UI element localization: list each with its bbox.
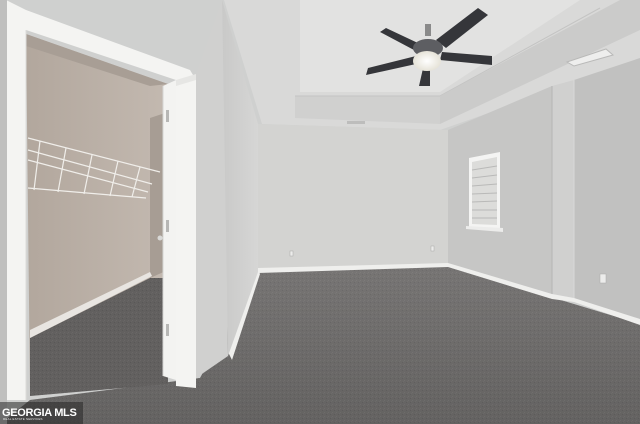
hinge-icon bbox=[166, 220, 169, 232]
outlet-icon bbox=[430, 245, 435, 252]
watermark-subtext: REAL ESTATE SERVICES bbox=[3, 417, 43, 421]
window bbox=[466, 152, 503, 232]
outlet-icon bbox=[599, 273, 607, 284]
left-wall bbox=[0, 0, 7, 424]
light-bulb-icon bbox=[413, 51, 441, 71]
back-wall bbox=[258, 124, 448, 272]
watermark: GEORGIA MLS REAL ESTATE SERVICES bbox=[0, 402, 83, 424]
outlet-icon bbox=[289, 250, 294, 257]
hinge-icon bbox=[166, 324, 169, 336]
room-photo bbox=[0, 0, 640, 424]
walk-in-closet bbox=[26, 34, 168, 396]
hinge-icon bbox=[166, 110, 169, 122]
door-knob-icon bbox=[157, 235, 163, 241]
return-vent-icon bbox=[347, 121, 365, 124]
